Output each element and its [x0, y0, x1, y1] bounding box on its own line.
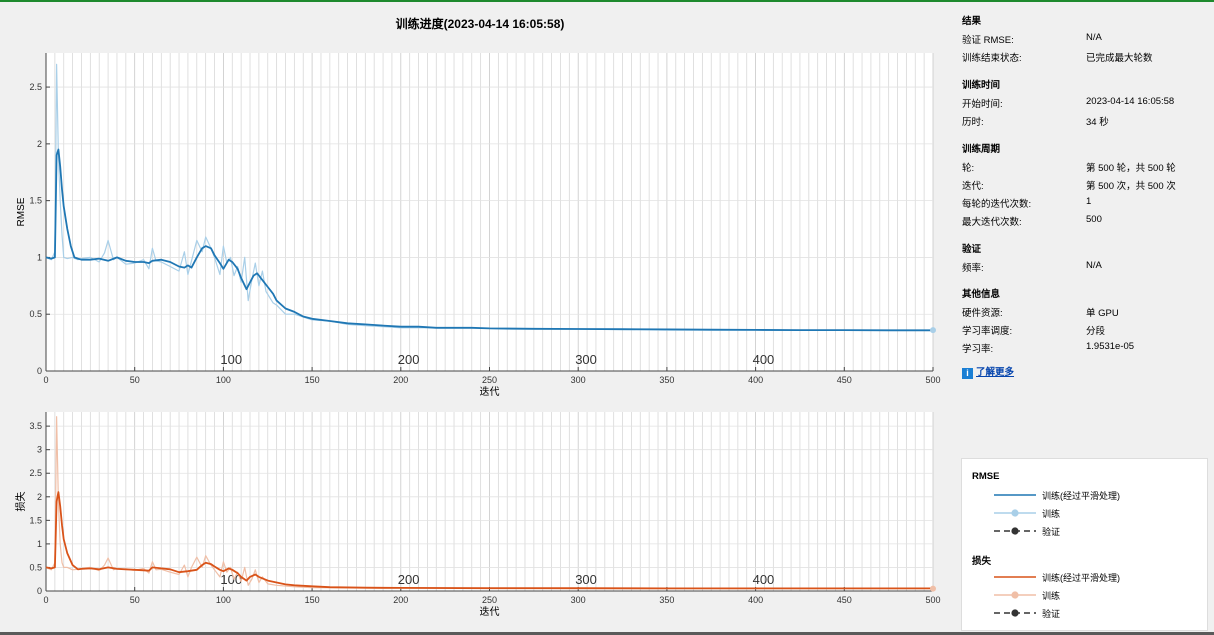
info-label: 学习率调度: [962, 326, 1013, 337]
info-label: 轮: [962, 163, 975, 174]
loss-final-point [930, 585, 936, 592]
info-label: 验证 RMSE: [962, 35, 1014, 46]
loss-chart: 0 50 100 150 200 250 300 350 400 450 500 0 0.5 1 1.5 2 2… [14, 412, 941, 618]
info-value: 单 GPU [1086, 308, 1119, 319]
y-tick-label: 1 [37, 539, 42, 549]
y-tick-label: 1.5 [29, 515, 42, 525]
legend-rmse-title: RMSE [972, 471, 1000, 482]
epoch-label: 200 [398, 572, 420, 587]
info-label: 每轮的迭代次数: [962, 199, 1032, 210]
learn-more-link[interactable]: i 了解更多 [962, 364, 1014, 379]
info-value: 34 秒 [1086, 117, 1109, 128]
info-value: 2023-04-14 16:05:58 [1086, 96, 1175, 107]
info-label: 训练结束状态: [962, 53, 1022, 64]
info-value: 第 500 次，共 500 次 [1086, 181, 1176, 192]
info-label: 历时: [962, 117, 984, 128]
time-section-title: 训练时间 [962, 80, 1001, 91]
y-tick-label: 0.5 [29, 562, 42, 572]
legend-loss-title: 损失 [972, 556, 992, 567]
info-value: 500 [1086, 214, 1102, 225]
y-tick-label: 0 [37, 586, 42, 596]
info-value: 已完成最大轮数 [1086, 53, 1153, 64]
x-tick-label: 0 [43, 595, 48, 605]
x-tick-label: 400 [748, 595, 763, 605]
x-tick-label: 500 [925, 595, 940, 605]
info-value: N/A [1086, 260, 1102, 271]
epoch-label: 300 [575, 572, 597, 587]
info-label: 硬件资源: [962, 308, 1003, 319]
info-value: 1.9531e-05 [1086, 341, 1135, 352]
info-value: 1 [1086, 196, 1092, 207]
x-tick-label: 250 [482, 595, 497, 605]
x-tick-label: 450 [837, 595, 852, 605]
info-label: 开始时间: [962, 99, 1003, 110]
y-axis-label: 损失 [14, 492, 27, 512]
x-tick-label: 50 [130, 595, 140, 605]
legend-label: 训练(经过平滑处理) [1042, 573, 1120, 583]
legend-label: 验证 [1042, 609, 1061, 619]
validation-section-title: 验证 [962, 244, 982, 255]
legend-label: 训练(经过平滑处理) [1042, 491, 1120, 501]
other-section-title: 其他信息 [962, 289, 1001, 300]
x-tick-label: 300 [571, 595, 586, 605]
learn-more-label: 了解更多 [976, 367, 1015, 378]
y-tick-label: 2 [37, 492, 42, 502]
legend-panel: RMSE 训练(经过平滑处理) 训练 验证 损失 训练(经过平滑处理) 训练 验… [961, 458, 1208, 631]
legend-label: 训练 [1042, 591, 1061, 601]
info-value: 分段 [1086, 326, 1106, 337]
info-label: 学习率: [962, 344, 994, 355]
x-tick-label: 150 [305, 595, 320, 605]
y-tick-label: 3.5 [29, 421, 42, 431]
results-section-title: 结果 [962, 16, 982, 27]
x-tick-label: 100 [216, 595, 231, 605]
x-tick-label: 350 [659, 595, 674, 605]
legend-label: 验证 [1042, 527, 1061, 537]
y-tick-label: 2.5 [29, 468, 42, 478]
info-value: N/A [1086, 32, 1102, 43]
info-icon: i [962, 368, 973, 379]
x-axis-label: 迭代 [480, 606, 500, 618]
info-value: 第 500 轮，共 500 轮 [1086, 163, 1176, 174]
cycle-section-title: 训练周期 [962, 144, 1001, 155]
info-label: 最大迭代次数: [962, 217, 1022, 228]
legend-label: 训练 [1042, 509, 1061, 519]
info-label: 迭代: [962, 181, 984, 192]
info-label: 频率: [962, 263, 984, 274]
x-tick-label: 200 [393, 595, 408, 605]
y-tick-label: 3 [37, 445, 42, 455]
epoch-label: 400 [753, 572, 775, 587]
